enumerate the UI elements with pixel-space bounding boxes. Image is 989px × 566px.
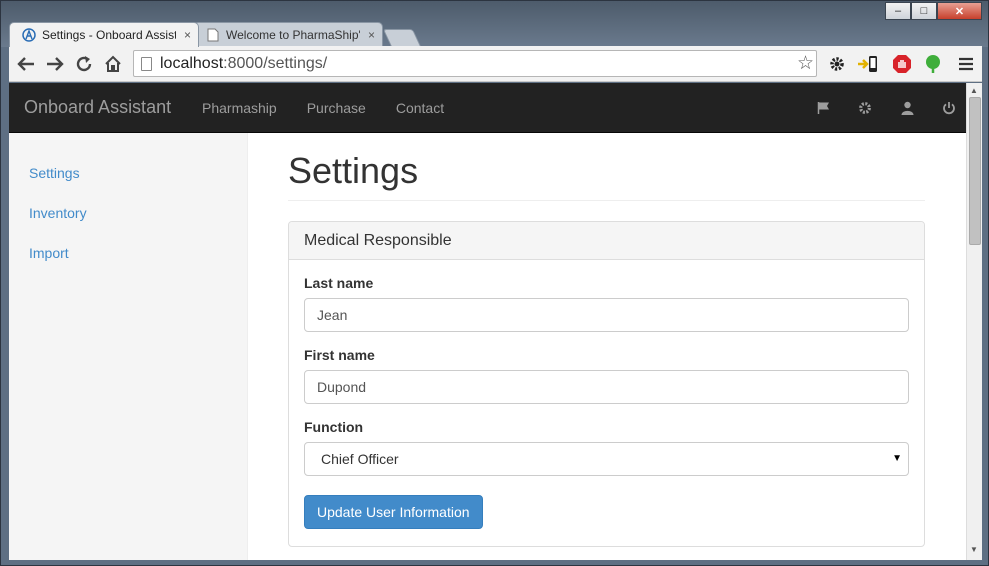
function-group: Function Chief Officer ▼ <box>304 419 909 476</box>
close-window-button[interactable]: ✕ <box>937 2 982 20</box>
sidebar-item-settings[interactable]: Settings <box>29 165 80 181</box>
tab-close-icon[interactable]: × <box>368 28 375 42</box>
page-title: Settings <box>288 150 419 191</box>
function-selected-value: Chief Officer <box>321 451 399 467</box>
evernote-icon[interactable] <box>922 52 944 76</box>
gear-icon[interactable] <box>857 100 873 116</box>
tab-settings[interactable]: Settings - Onboard Assista × <box>9 22 199 47</box>
function-label: Function <box>304 419 364 435</box>
panel-heading: Medical Responsible <box>289 222 924 260</box>
first-name-label: First name <box>304 347 375 363</box>
minimize-button[interactable]: – <box>885 2 911 20</box>
web-page: Onboard Assistant Pharmaship Purchase Co… <box>9 83 966 560</box>
browser-toolbar: localhost:8000/settings/ ☆ <box>9 46 982 82</box>
home-icon[interactable] <box>102 53 124 75</box>
navbar-links: Pharmaship Purchase Contact <box>202 100 474 116</box>
navbar-icons <box>789 100 957 116</box>
url-text: localhost:8000/settings/ <box>160 54 328 72</box>
tab-title: Welcome to PharmaShip's <box>226 28 360 42</box>
first-name-field[interactable] <box>304 370 909 404</box>
window-controls: – □ ✕ <box>885 2 982 20</box>
tab-welcome[interactable]: Welcome to PharmaShip's × <box>193 22 383 47</box>
user-icon[interactable] <box>899 100 915 116</box>
scrollbar-thumb[interactable] <box>969 97 981 245</box>
nav-link-purchase[interactable]: Purchase <box>307 100 366 116</box>
tab-close-icon[interactable]: × <box>184 28 191 42</box>
sidebar: Settings Inventory Import <box>9 133 248 560</box>
settings-gear-icon[interactable] <box>826 52 848 76</box>
last-name-label: Last name <box>304 275 374 291</box>
page-icon <box>141 56 152 71</box>
address-bar[interactable]: localhost:8000/settings/ ☆ <box>133 50 817 77</box>
mobile-extension-icon[interactable] <box>857 52 879 76</box>
browser-window: – □ ✕ Settings - Onboard Assista × Welco… <box>0 0 989 566</box>
nav-link-contact[interactable]: Contact <box>396 100 444 116</box>
back-arrow-icon[interactable] <box>15 53 37 75</box>
last-name-group: Last name <box>304 275 909 332</box>
forward-arrow-icon[interactable] <box>44 53 66 75</box>
update-user-button[interactable]: Update User Information <box>304 495 483 529</box>
menu-icon[interactable] <box>955 52 977 76</box>
scroll-down-icon[interactable]: ▼ <box>970 545 978 554</box>
last-name-field[interactable] <box>304 298 909 332</box>
page-header: Settings <box>288 151 925 201</box>
medical-responsible-panel: Medical Responsible Last name First name… <box>288 221 925 547</box>
flag-icon[interactable] <box>815 100 831 116</box>
reload-icon[interactable] <box>73 53 95 75</box>
tab-strip: Settings - Onboard Assista × Welcome to … <box>9 21 422 47</box>
adblock-icon[interactable] <box>891 52 913 76</box>
top-navbar: Onboard Assistant Pharmaship Purchase Co… <box>9 83 966 133</box>
sidebar-item-import[interactable]: Import <box>29 245 69 261</box>
vertical-scrollbar[interactable]: ▲ ▼ <box>966 83 982 560</box>
page-icon <box>206 28 220 42</box>
power-icon[interactable] <box>941 100 957 116</box>
onboard-logo-icon <box>22 28 36 42</box>
navbar-brand[interactable]: Onboard Assistant <box>24 97 171 118</box>
tab-title: Settings - Onboard Assista <box>42 28 176 42</box>
scroll-up-icon[interactable]: ▲ <box>970 86 978 95</box>
maximize-button[interactable]: □ <box>911 2 937 20</box>
new-tab-button[interactable] <box>382 29 422 47</box>
bookmark-star-icon[interactable]: ☆ <box>797 52 814 75</box>
panel-body: Last name First name Function Chief Offi… <box>289 260 924 544</box>
first-name-group: First name <box>304 347 909 404</box>
sidebar-item-inventory[interactable]: Inventory <box>29 205 87 221</box>
function-select[interactable]: Chief Officer ▼ <box>304 442 909 476</box>
chevron-down-icon: ▼ <box>892 453 902 464</box>
nav-link-pharmaship[interactable]: Pharmaship <box>202 100 277 116</box>
